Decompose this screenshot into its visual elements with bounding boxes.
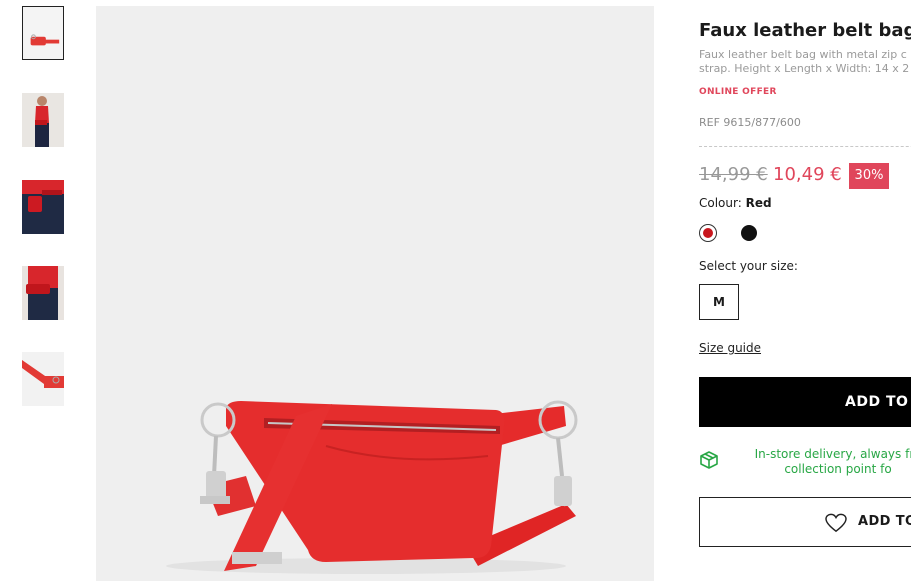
wishlist-label: ADD TO W [858,514,911,529]
size-option-m[interactable]: M [699,284,739,320]
colour-label: Colour: Red [699,196,772,210]
colour-label-text: Colour: [699,196,742,210]
colour-swatch-black[interactable] [741,225,757,241]
divider [699,146,911,147]
thumbnail-model-waist[interactable] [22,93,64,147]
add-to-wishlist-button[interactable]: ADD TO W [699,497,911,547]
thumbnail-model-closeup[interactable] [22,266,64,320]
delivery-line: In-store delivery, always fre [754,447,911,461]
original-price: 14,99 € [699,164,768,185]
main-product-image[interactable] [96,6,654,581]
description-line: Faux leather belt bag with metal zip c [699,48,907,61]
thumbnail-model-hip[interactable] [22,180,64,234]
product-info-panel: Faux leather belt bag Faux leather belt … [699,0,911,581]
thumbnail-bag-front[interactable] [22,6,64,60]
add-to-bag-button[interactable]: ADD TO B [699,377,911,427]
thumbnail-bag-detail[interactable] [22,352,64,406]
size-select-label: Select your size: [699,259,798,273]
colour-swatch-red[interactable] [699,224,717,242]
product-reference: REF 9615/877/600 [699,116,801,129]
sale-price: 10,49 € [773,164,842,185]
heart-icon [825,513,847,533]
colour-value: Red [745,196,772,210]
belt-bag-illustration [96,6,654,581]
delivery-info: In-store delivery, always fre collection… [743,447,911,477]
box-icon [700,451,718,469]
size-guide-link[interactable]: Size guide [699,341,761,355]
online-offer-label: ONLINE OFFER [699,87,777,97]
delivery-line: collection point fo [784,462,892,476]
product-title: Faux leather belt bag [699,20,911,41]
discount-badge: 30% [849,163,889,189]
description-line: strap. Height x Length x Width: 14 x 2 [699,62,910,75]
product-description: Faux leather belt bag with metal zip c s… [699,48,911,76]
